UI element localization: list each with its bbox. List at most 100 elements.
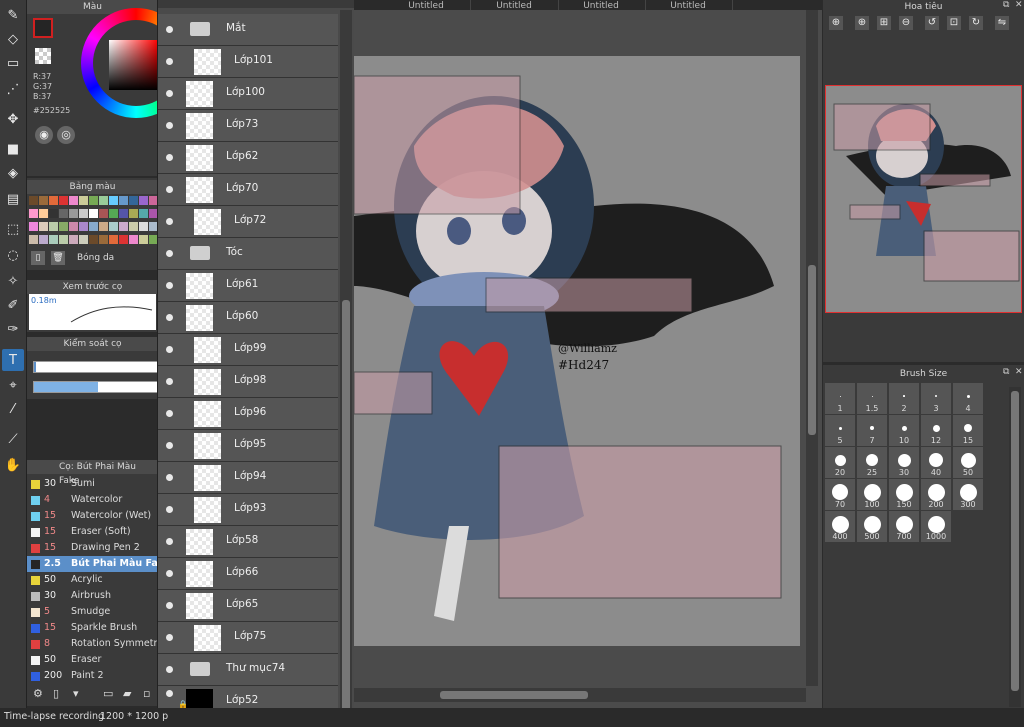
brush-size-cell[interactable]: 15: [953, 415, 983, 446]
palette-swatch[interactable]: [89, 196, 98, 205]
brush-item[interactable]: 8 Rotation Symmetry: [27, 636, 163, 652]
brush-size-cell[interactable]: 200: [921, 479, 951, 510]
palette-swatch[interactable]: [29, 196, 38, 205]
brush-size-cell[interactable]: 10: [889, 415, 919, 446]
palette-swatch[interactable]: [79, 209, 88, 218]
layer-row[interactable]: Lớp60: [158, 302, 338, 334]
visibility-eye-icon[interactable]: [166, 58, 173, 65]
visibility-eye-icon[interactable]: [166, 538, 173, 545]
palette-swatch[interactable]: [49, 209, 58, 218]
dot-tool-icon[interactable]: ⋰: [2, 78, 24, 100]
new-brush-icon[interactable]: ▯: [53, 687, 59, 700]
artwork-canvas[interactable]: [354, 56, 806, 696]
palette-swatch[interactable]: [39, 209, 48, 218]
brush-size-cell[interactable]: 25: [857, 447, 887, 478]
select-tool-icon[interactable]: ⬚: [2, 218, 24, 240]
brush-item[interactable]: 50 Eraser: [27, 652, 158, 668]
brush-size-cell[interactable]: 1000: [921, 511, 951, 542]
brush-size-cell[interactable]: 12: [921, 415, 951, 446]
palette-swatch[interactable]: [39, 235, 48, 244]
palette-swatch[interactable]: [29, 235, 38, 244]
brush-opacity-slider[interactable]: [33, 381, 158, 393]
palette-swatch[interactable]: [119, 209, 128, 218]
palette-swatch[interactable]: [79, 235, 88, 244]
brush-delete-icon[interactable]: ▫: [143, 687, 150, 700]
transparent-color-swatch[interactable]: [35, 48, 51, 64]
palette-swatch[interactable]: [109, 235, 118, 244]
palette-swatch[interactable]: [89, 235, 98, 244]
brush-item[interactable]: 4 Watercolor: [27, 492, 158, 508]
saturation-value-square[interactable]: [109, 40, 158, 90]
fit-screen-icon[interactable]: ⊞: [877, 16, 891, 30]
layer-folder-row[interactable]: Thư mục74: [158, 654, 338, 686]
layer-row[interactable]: Lớp58: [158, 526, 338, 558]
palette-swatch[interactable]: [109, 222, 118, 231]
brush-size-cell[interactable]: 50: [953, 447, 983, 478]
palette-swatch[interactable]: [69, 196, 78, 205]
layer-row[interactable]: Lớp96: [158, 398, 338, 430]
brush-size-cell[interactable]: 3: [921, 383, 951, 414]
layer-row[interactable]: Lớp73: [158, 110, 338, 142]
brush-size-cell[interactable]: 400: [825, 511, 855, 542]
palette-swatch[interactable]: [69, 222, 78, 231]
layer-row[interactable]: Lớp61: [158, 270, 338, 302]
palette-swatch[interactable]: [139, 196, 148, 205]
palette-swatch[interactable]: [109, 196, 118, 205]
visibility-eye-icon[interactable]: [166, 282, 173, 289]
brush-size-close-icon[interactable]: ✕: [1015, 367, 1023, 377]
delete-page-icon[interactable]: 🗑: [51, 251, 65, 265]
palette-swatch[interactable]: [119, 235, 128, 244]
visibility-eye-icon[interactable]: [166, 90, 173, 97]
brush-size-cell[interactable]: 30: [889, 447, 919, 478]
visibility-eye-icon[interactable]: [166, 666, 173, 673]
palette-swatch[interactable]: [129, 235, 138, 244]
brush-size-cell[interactable]: 300: [953, 479, 983, 510]
magic-wand-tool-icon[interactable]: ✧: [2, 270, 24, 292]
palette-swatch[interactable]: [129, 209, 138, 218]
brush-item[interactable]: 2.5 Bút Phai Màu Fake: [27, 556, 170, 572]
brush-copy-icon[interactable]: ▭: [103, 687, 113, 700]
navigator-preview[interactable]: [825, 85, 1022, 313]
zoom-in-2-icon[interactable]: ⊕: [855, 16, 869, 30]
move-tool-icon[interactable]: ✥: [2, 108, 24, 130]
visibility-eye-icon[interactable]: [166, 602, 173, 609]
visibility-eye-icon[interactable]: [166, 442, 173, 449]
palette-swatch[interactable]: [129, 196, 138, 205]
eyedropper-tool-icon[interactable]: ⟋: [2, 428, 24, 450]
layer-row[interactable]: Lớp93: [158, 494, 338, 526]
visibility-eye-icon[interactable]: [166, 690, 173, 697]
brush-size-cell[interactable]: 1: [825, 383, 855, 414]
canvas-viewport[interactable]: @Williamz #Hd247: [354, 10, 822, 716]
zoom-in-icon[interactable]: ⊕: [829, 16, 843, 30]
brush-size-cell[interactable]: 100: [857, 479, 887, 510]
palette-swatch[interactable]: [99, 222, 108, 231]
visibility-eye-icon[interactable]: [166, 250, 173, 257]
brush-size-cell[interactable]: 2: [889, 383, 919, 414]
reset-view-icon[interactable]: ⊡: [947, 16, 961, 30]
palette-swatch[interactable]: [39, 222, 48, 231]
visibility-eye-icon[interactable]: [166, 410, 173, 417]
palette-mode-icon[interactable]: ◉: [35, 126, 53, 144]
visibility-eye-icon[interactable]: [166, 314, 173, 321]
new-page-icon[interactable]: ▯: [31, 251, 45, 265]
brush-settings-icon[interactable]: ⚙: [33, 687, 43, 700]
brush-size-cell[interactable]: 5: [825, 415, 855, 446]
visibility-eye-icon[interactable]: [166, 154, 173, 161]
canvas-vertical-scrollbar[interactable]: [806, 10, 818, 686]
layer-folder-row[interactable]: Tóc: [158, 238, 338, 270]
operation-tool-icon[interactable]: ⌖: [2, 374, 24, 396]
palette-swatch[interactable]: [59, 222, 68, 231]
layer-row[interactable]: Lớp66: [158, 558, 338, 590]
layer-row[interactable]: Lớp62: [158, 142, 338, 174]
brush-item[interactable]: 30 Sumi: [27, 476, 158, 492]
palette-swatch[interactable]: [139, 235, 148, 244]
visibility-eye-icon[interactable]: [166, 570, 173, 577]
rotate-left-icon[interactable]: ↺: [925, 16, 939, 30]
visibility-eye-icon[interactable]: [166, 634, 173, 641]
layer-folder-row[interactable]: Mắt: [158, 14, 338, 46]
brush-item[interactable]: 15 Sparkle Brush: [27, 620, 158, 636]
brush-item[interactable]: 15 Eraser (Soft): [27, 524, 158, 540]
palette-swatch[interactable]: [109, 209, 118, 218]
layer-scrollbar[interactable]: [340, 10, 352, 715]
palette-swatch[interactable]: [99, 196, 108, 205]
